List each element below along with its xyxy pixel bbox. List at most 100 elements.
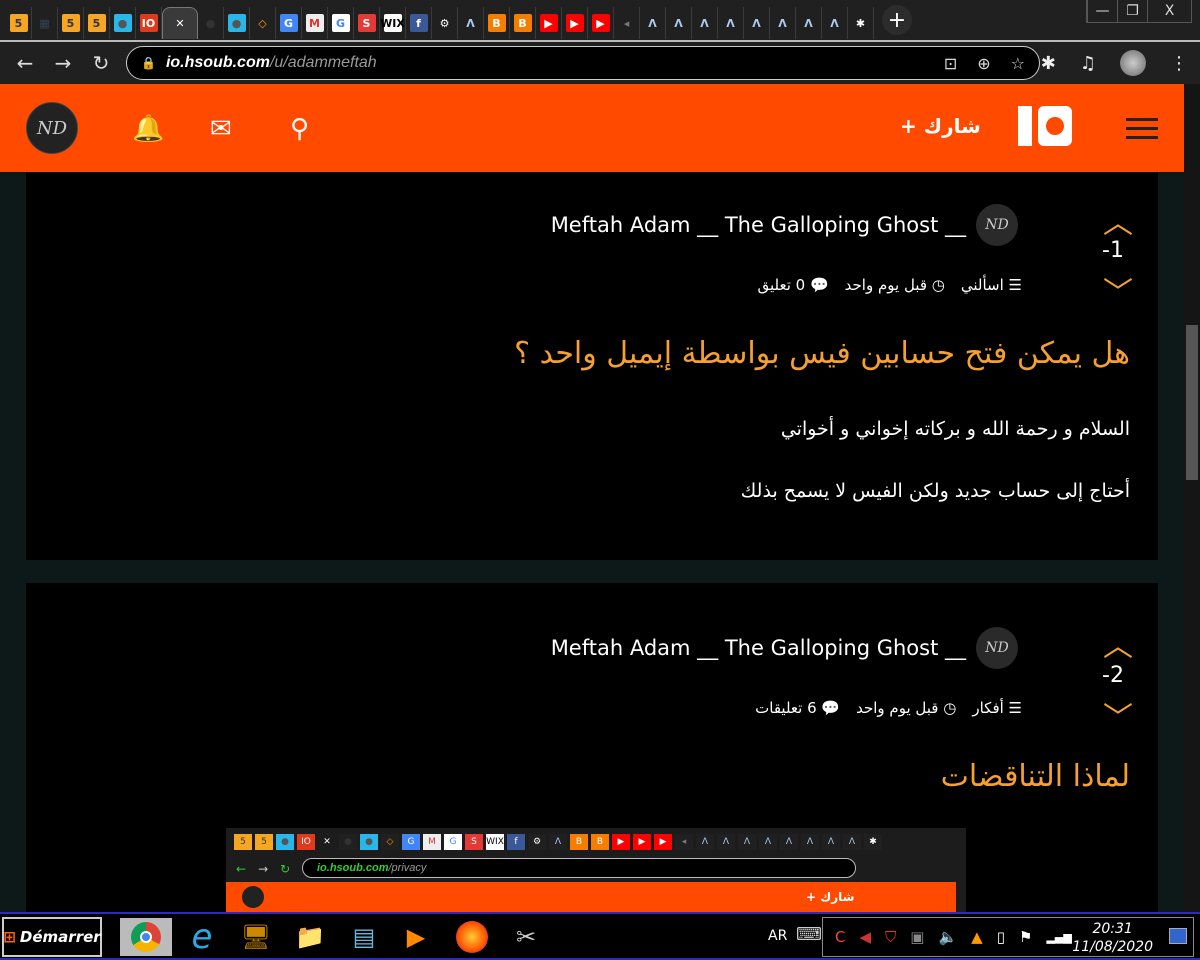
browser-tab[interactable]: Λ xyxy=(744,7,770,39)
internet-explorer-icon[interactable]: e xyxy=(178,917,226,957)
ccleaner-icon[interactable]: C xyxy=(835,928,845,946)
menu-icon[interactable]: ⋮ xyxy=(1170,53,1188,74)
show-desktop-icon[interactable] xyxy=(1169,928,1187,944)
browser-tab[interactable]: Λ xyxy=(718,7,744,39)
browser-tab[interactable]: Λ xyxy=(770,7,796,39)
browser-tab[interactable]: WIX xyxy=(380,7,406,39)
flag-icon[interactable]: ⚑ xyxy=(1019,928,1032,946)
browser-tab[interactable]: ▶ xyxy=(588,7,614,39)
minimize-button[interactable]: — xyxy=(1087,0,1117,22)
mail-icon[interactable]: ✉ xyxy=(210,114,232,144)
browser-tab[interactable]: ● xyxy=(224,7,250,39)
browser-tab[interactable]: B xyxy=(484,7,510,39)
browser-tab[interactable]: 5 xyxy=(58,7,84,39)
close-icon[interactable]: ✕ xyxy=(171,15,189,33)
browser-tab[interactable]: Λ xyxy=(692,7,718,39)
browser-tab[interactable]: IO xyxy=(136,7,162,39)
back-button[interactable]: ← xyxy=(6,51,44,75)
post-title[interactable]: هل يمكن فتح حسابين فيس بواسطة إيميل واحد… xyxy=(514,336,1130,371)
control-panel-icon[interactable]: ▤ xyxy=(340,918,388,956)
scrollbar[interactable] xyxy=(1184,84,1200,912)
keyboard-icon[interactable]: ⌨ xyxy=(796,924,822,945)
post-title[interactable]: لماذا التناقضات xyxy=(941,759,1130,794)
post-meta: ☰ اسألني ◷ قبل يوم واحد 💬 0 تعليق xyxy=(757,276,1022,294)
browser-tab[interactable]: 5 xyxy=(84,7,110,39)
browser-tab[interactable]: ◂ xyxy=(614,7,640,39)
browser-tab[interactable]: G xyxy=(276,7,302,39)
volume-muted-icon[interactable]: ◀ xyxy=(859,928,871,946)
browser-tab[interactable]: Λ xyxy=(666,7,692,39)
volume-icon[interactable]: 🔈 xyxy=(938,928,957,946)
firefox-icon[interactable] xyxy=(448,918,496,956)
io-logo[interactable] xyxy=(1018,100,1084,152)
snipping-tool-icon[interactable]: ✂ xyxy=(502,918,550,956)
clock[interactable]: 20:31 11/08/2020 xyxy=(1072,920,1153,956)
browser-tab[interactable]: G xyxy=(328,7,354,39)
youtube-icon: ▶ xyxy=(633,834,651,850)
browser-tab[interactable]: Λ xyxy=(796,7,822,39)
translate-icon[interactable]: ⊡ xyxy=(944,54,957,73)
upvote-button[interactable]: ︿ xyxy=(1098,621,1138,665)
language-indicator[interactable]: AR xyxy=(768,928,787,944)
browser-tab[interactable]: ✕ xyxy=(162,7,198,39)
browser-tab[interactable]: S xyxy=(354,7,380,39)
browser-tab[interactable]: B xyxy=(510,7,536,39)
browser-tab[interactable]: Λ xyxy=(458,7,484,39)
search-icon[interactable]: ⚲ xyxy=(290,114,309,144)
upvote-button[interactable]: ︿ xyxy=(1098,198,1138,242)
browser-tab[interactable]: ● xyxy=(198,7,224,39)
browser-tab[interactable]: ▶ xyxy=(536,7,562,39)
bell-icon[interactable]: 🔔 xyxy=(132,114,164,144)
star-icon[interactable]: ☆ xyxy=(1011,54,1025,73)
close-window-button[interactable]: X xyxy=(1147,0,1191,22)
chrome-icon[interactable] xyxy=(120,918,172,956)
update-icon[interactable]: ▲ xyxy=(971,928,983,946)
post-time: ◷ قبل يوم واحد xyxy=(844,276,945,294)
comments-count[interactable]: 💬 0 تعليق xyxy=(757,276,828,294)
browser-tab[interactable]: M xyxy=(302,7,328,39)
browser-tab[interactable]: Λ xyxy=(640,7,666,39)
browser-tab[interactable]: 5 xyxy=(6,7,32,39)
comments-count[interactable]: 💬 6 تعليقات xyxy=(755,699,840,717)
browser-tab[interactable]: f xyxy=(406,7,432,39)
shield-icon[interactable]: ⛉ xyxy=(885,928,896,946)
lambda-icon: Λ xyxy=(549,834,567,850)
downvote-button[interactable]: ﹀ xyxy=(1098,268,1138,312)
forward-button[interactable]: → xyxy=(44,51,82,75)
profile-avatar[interactable] xyxy=(1120,50,1146,76)
folder-icon[interactable]: 📁 xyxy=(286,918,334,956)
post-author[interactable]: Meftah Adam __ The Galloping Ghost __ ND xyxy=(551,204,1018,246)
user-avatar[interactable]: ND xyxy=(26,102,78,154)
extensions-icon[interactable]: ✱ xyxy=(1041,53,1056,74)
browser-tab[interactable]: ● xyxy=(110,7,136,39)
browser-tab[interactable]: ⚙ xyxy=(432,7,458,39)
network-icon[interactable]: ▣ xyxy=(910,928,924,946)
hamburger-menu-icon[interactable] xyxy=(1126,118,1158,145)
browser-tab[interactable]: ▦ xyxy=(32,7,58,39)
battery-icon[interactable]: ▯ xyxy=(997,928,1005,946)
post-author[interactable]: Meftah Adam __ The Galloping Ghost __ ND xyxy=(551,627,1018,669)
puzzle-icon: ✱ xyxy=(851,14,870,32)
author-avatar: ND xyxy=(976,627,1018,669)
zoom-icon[interactable]: ⊕ xyxy=(977,54,990,73)
youtube-icon: ▶ xyxy=(565,14,584,32)
post-card: ︿ -1 ﹀ Meftah Adam __ The Galloping Ghos… xyxy=(26,172,1158,560)
html5-icon: 5 xyxy=(87,14,106,32)
computer-icon[interactable]: 🖥 xyxy=(232,918,280,956)
media-player-icon[interactable]: ▶ xyxy=(392,918,440,956)
start-button[interactable]: ⊞ Démarrer xyxy=(2,917,102,957)
signal-icon[interactable]: ▂▄▆ xyxy=(1046,931,1071,944)
browser-tab[interactable]: ✱ xyxy=(848,7,874,39)
new-tab-button[interactable]: + xyxy=(882,5,912,35)
media-control-icon[interactable]: ♫ xyxy=(1080,53,1096,74)
browser-tab[interactable]: Λ xyxy=(822,7,848,39)
category[interactable]: ☰ اسألني xyxy=(961,276,1022,294)
browser-tab[interactable]: ▶ xyxy=(562,7,588,39)
restore-button[interactable]: ❐ xyxy=(1117,0,1147,22)
category[interactable]: ☰ أفكار xyxy=(972,699,1022,717)
share-button[interactable]: + شارك xyxy=(900,114,981,138)
reload-button[interactable]: ↻ xyxy=(82,51,120,75)
downvote-button[interactable]: ﹀ xyxy=(1098,693,1138,737)
browser-tab[interactable]: ◇ xyxy=(250,7,276,39)
address-bar[interactable]: 🔒 io.hsoub.com/u/adammeftah ⊡ ⊕ ☆ xyxy=(126,46,1040,80)
